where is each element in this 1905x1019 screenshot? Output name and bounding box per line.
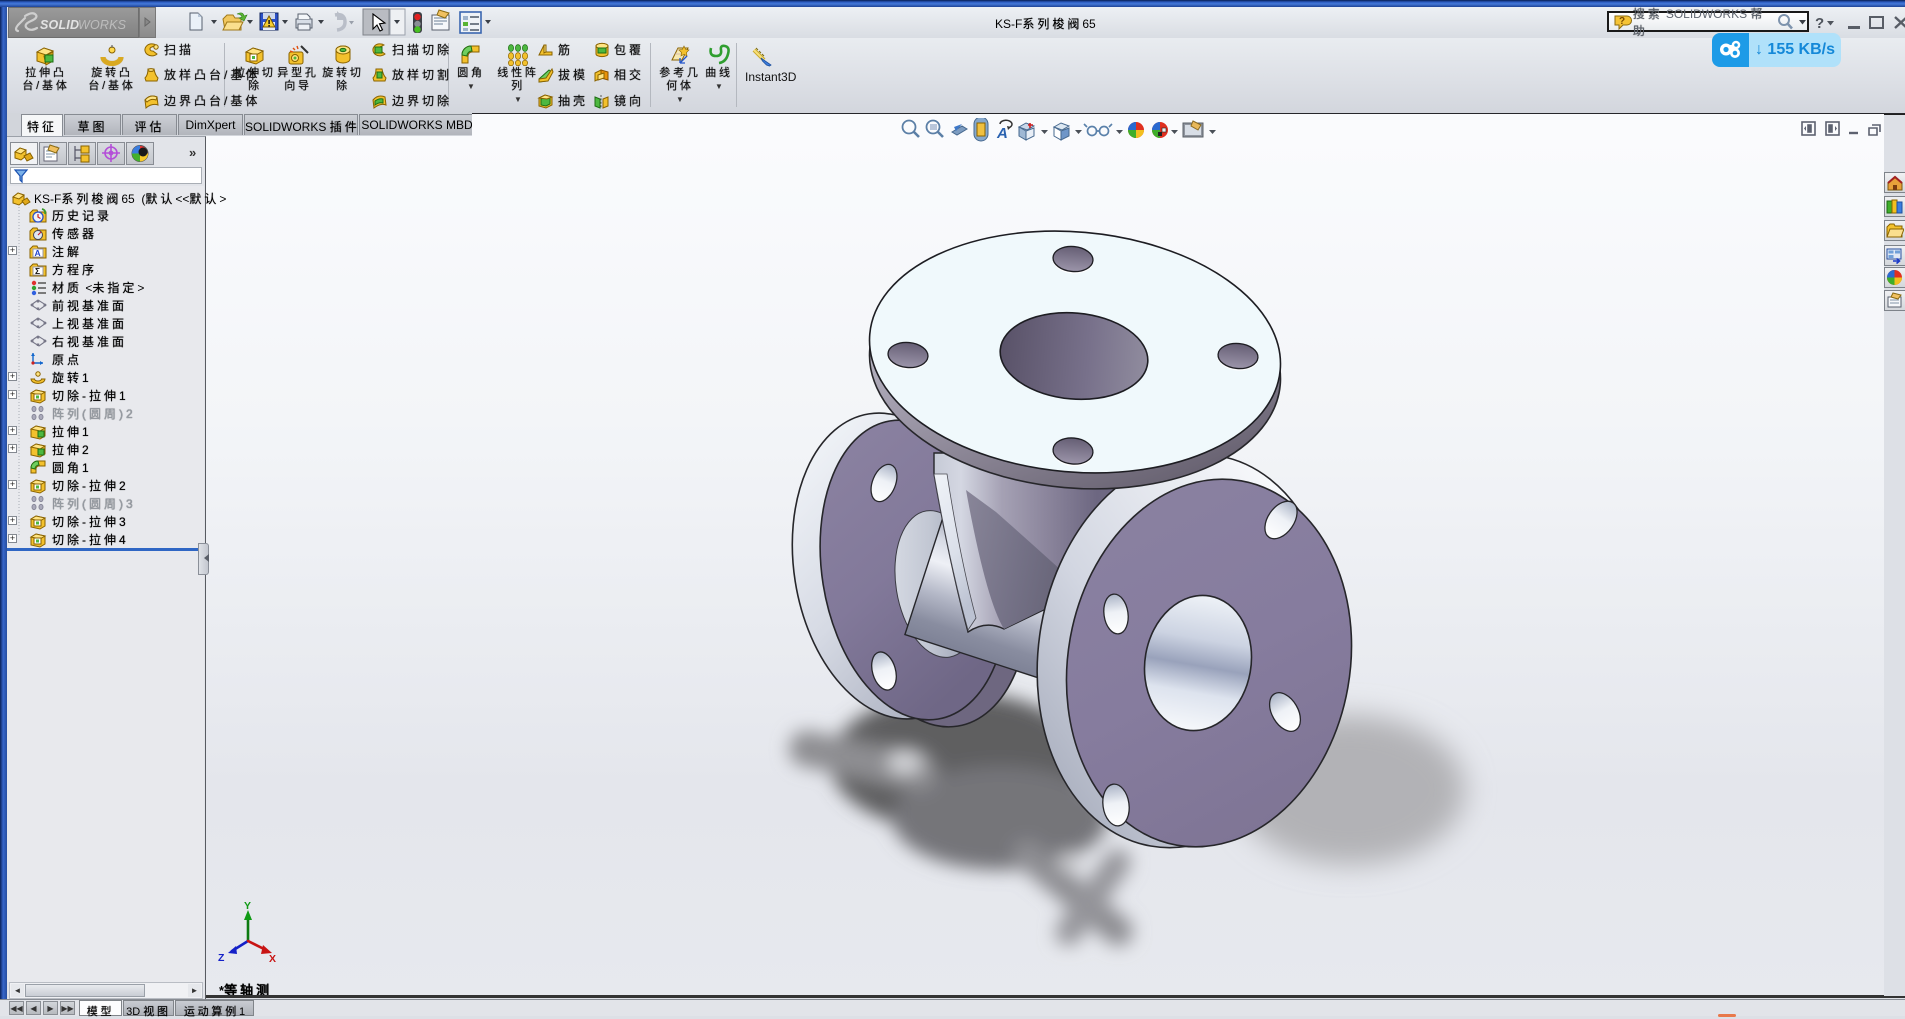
- svg-text:SOLID: SOLID: [40, 18, 79, 32]
- svg-text:?: ?: [1619, 16, 1625, 27]
- svg-text:Z: Z: [218, 952, 225, 964]
- svg-text:Y: Y: [244, 900, 251, 912]
- svg-text:A: A: [35, 248, 41, 258]
- svg-text:Σ: Σ: [35, 266, 40, 276]
- svg-text:X: X: [269, 953, 276, 965]
- svg-text:?: ?: [1815, 15, 1824, 32]
- svg-text:WORKS: WORKS: [78, 18, 127, 32]
- svg-text:A: A: [996, 125, 1008, 142]
